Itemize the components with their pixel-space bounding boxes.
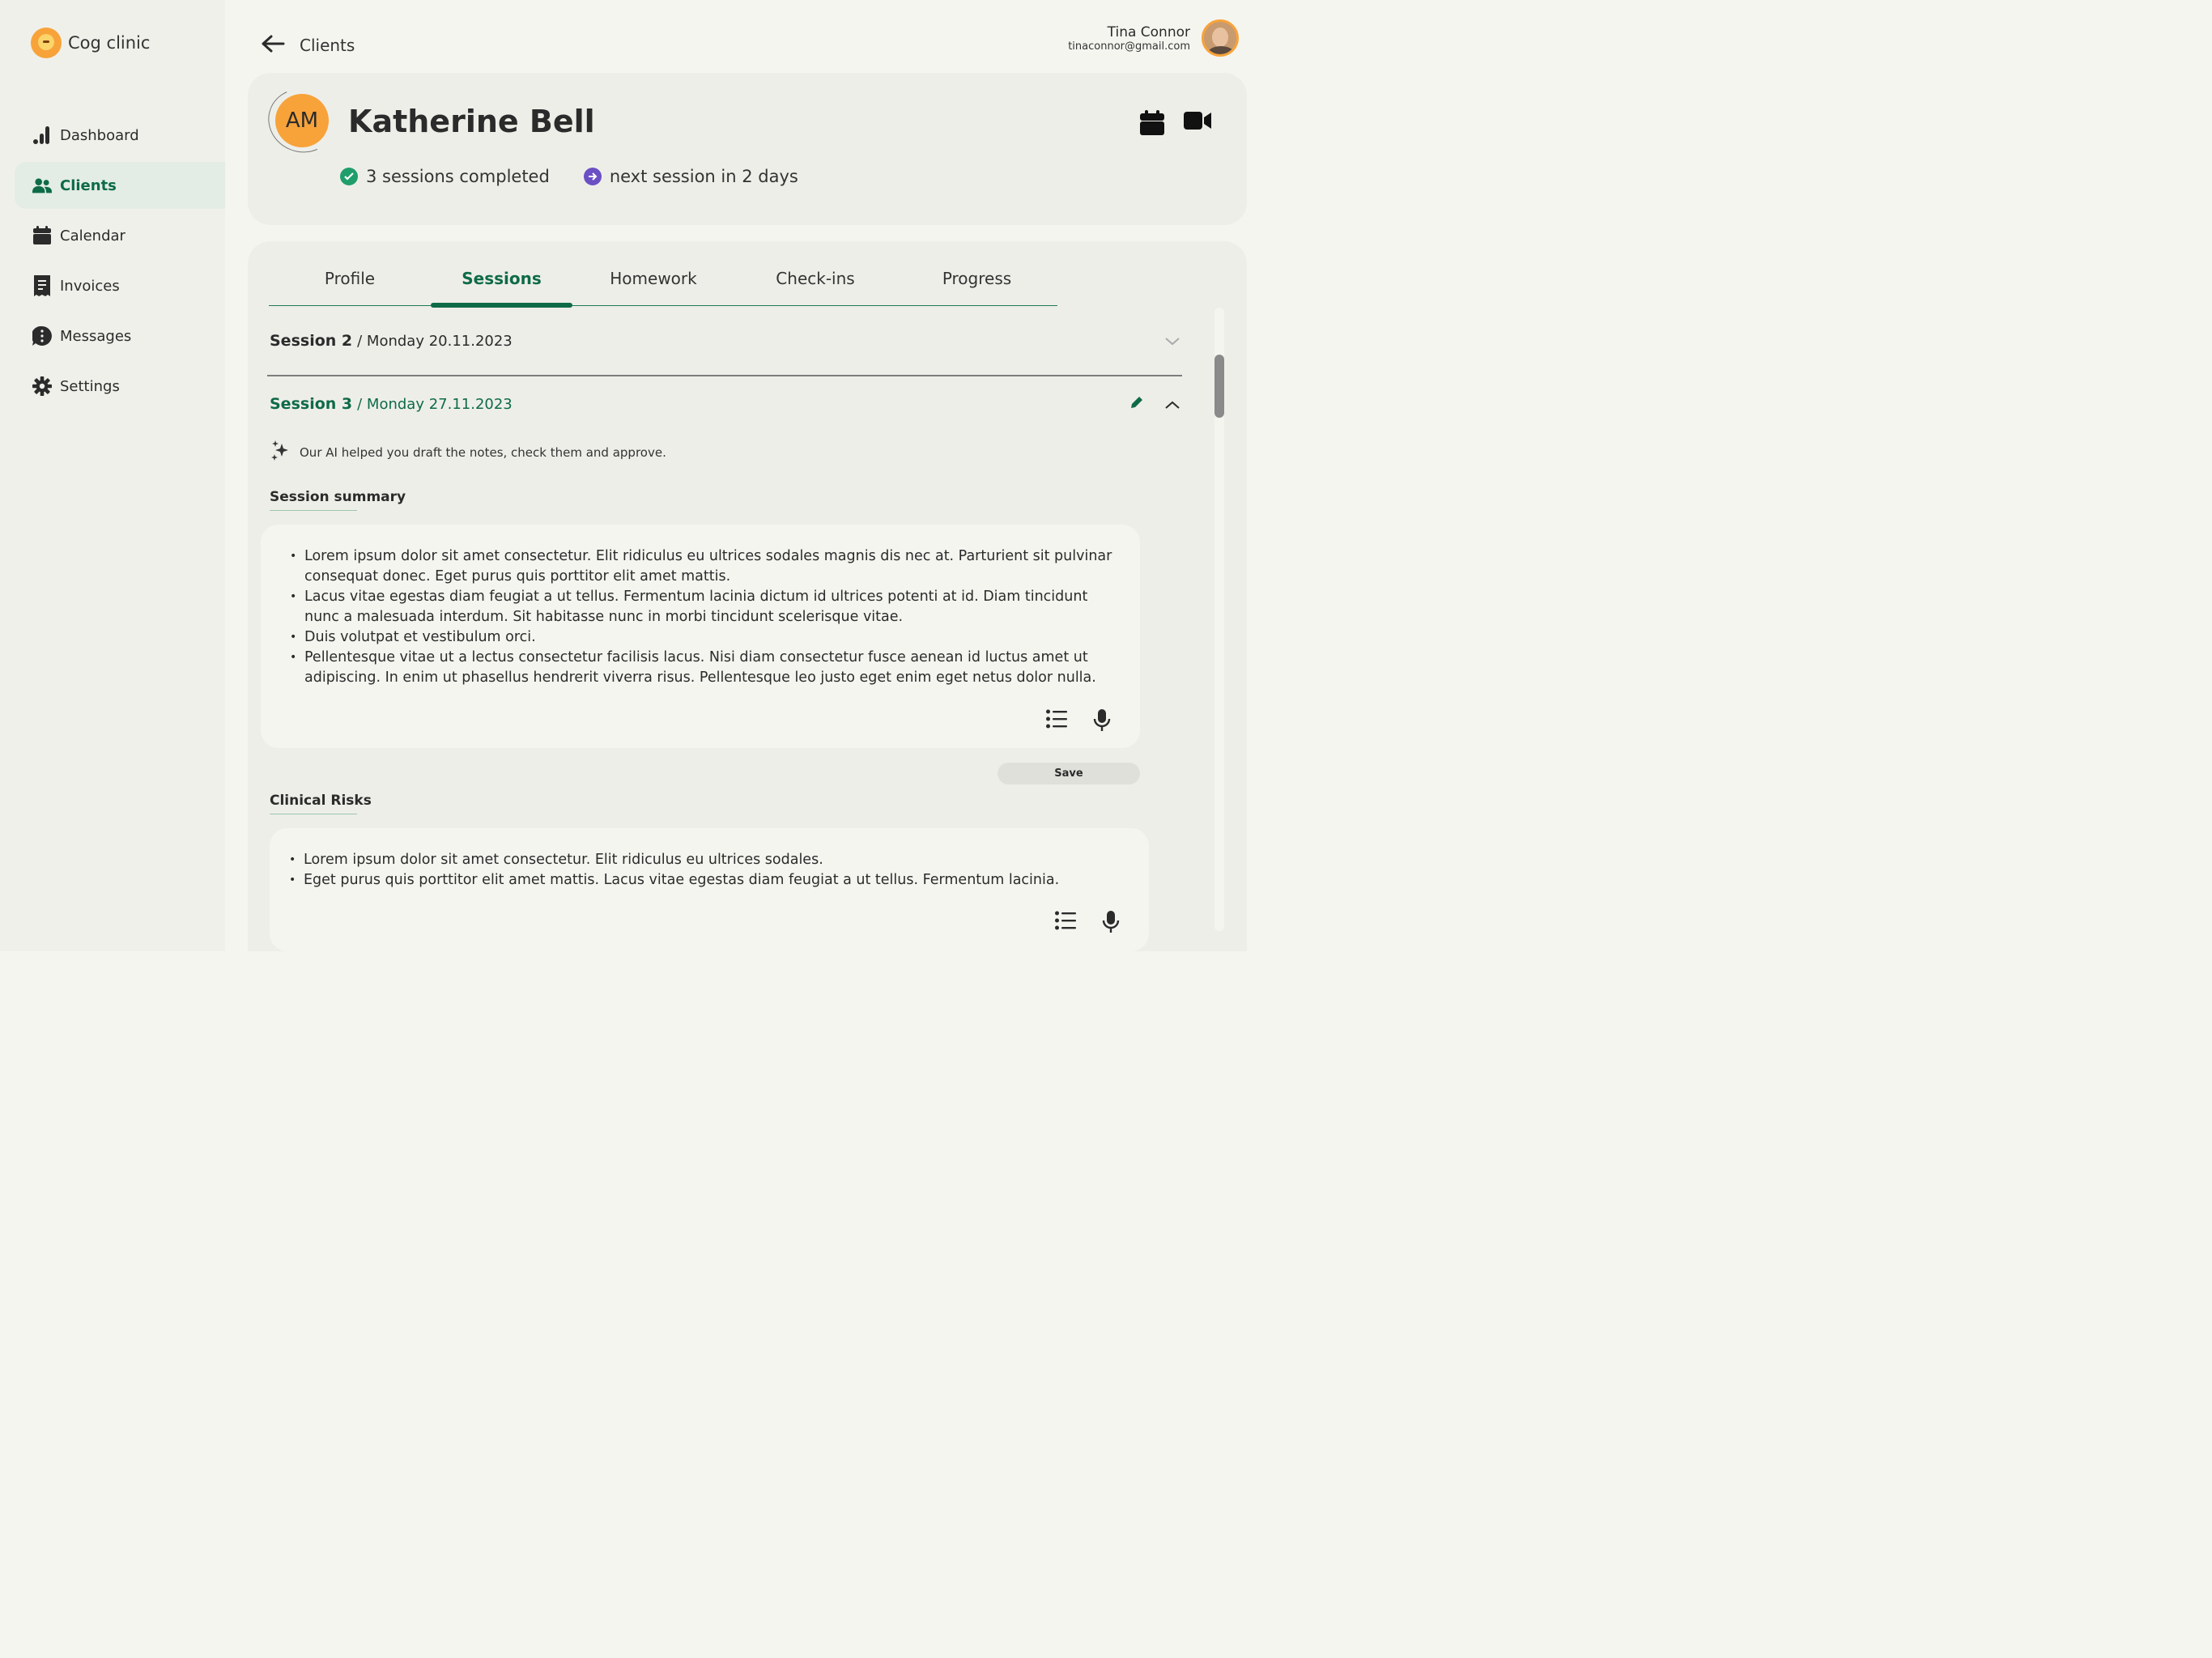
client-stats: 3 sessions completed next session in 2 d… <box>340 167 798 186</box>
arrow-left-icon[interactable] <box>261 34 285 57</box>
ai-note-text: Our AI helped you draft the notes, check… <box>300 445 666 460</box>
sidebar-item-invoices[interactable]: Invoices <box>15 262 225 309</box>
user-profile[interactable]: Tina Connor tinaconnor@gmail.com <box>1068 19 1239 57</box>
sidebar-item-messages[interactable]: Messages <box>15 312 225 359</box>
sessions-completed-stat: 3 sessions completed <box>340 167 550 186</box>
session-summary-heading: Session summary <box>270 489 406 511</box>
sparkles-icon <box>270 440 291 465</box>
calendar-icon[interactable] <box>1140 110 1164 139</box>
list-item: Lorem ipsum dolor sit amet consectetur. … <box>289 850 1131 870</box>
avatar[interactable] <box>1202 19 1239 57</box>
main-nav: Dashboard Clients Calendar Invoices Mess… <box>15 112 225 413</box>
gear-icon <box>32 376 52 396</box>
pencil-icon[interactable] <box>1129 395 1144 413</box>
sidebar-item-label: Clients <box>60 176 117 194</box>
sidebar-item-calendar[interactable]: Calendar <box>15 212 225 259</box>
session-summary-list: Lorem ipsum dolor sit amet consectetur. … <box>290 546 1124 688</box>
calendar-icon <box>32 226 52 245</box>
list-item: Eget purus quis porttitor elit amet matt… <box>289 870 1131 891</box>
clinical-risks-heading: Clinical Risks <box>270 793 372 814</box>
session-summary-editor[interactable]: Lorem ipsum dolor sit amet consectetur. … <box>261 525 1140 748</box>
sidebar-item-label: Dashboard <box>60 126 139 144</box>
client-tabs: Profile Sessions Homework Check-ins Prog… <box>269 264 1057 308</box>
save-button[interactable]: Save <box>998 763 1140 784</box>
user-name: Tina Connor <box>1107 23 1190 40</box>
check-circle-icon <box>340 168 358 185</box>
client-actions <box>1140 110 1211 139</box>
users-icon <box>32 176 52 195</box>
session-divider <box>267 375 1182 376</box>
tab-progress[interactable]: Progress <box>896 264 1057 305</box>
list-item: Duis volutpat et vestibulum orci. <box>290 627 1124 648</box>
tab-profile[interactable]: Profile <box>269 264 431 305</box>
sidebar-item-dashboard[interactable]: Dashboard <box>15 112 225 159</box>
scrollbar-thumb[interactable] <box>1214 355 1224 418</box>
sidebar-item-settings[interactable]: Settings <box>15 363 225 410</box>
page-title: Clients <box>300 36 355 55</box>
next-session-stat: next session in 2 days <box>583 167 798 186</box>
tab-homework[interactable]: Homework <box>572 264 734 305</box>
list-item: Pellentesque vitae ut a lectus consectet… <box>290 648 1124 688</box>
ai-note: Our AI helped you draft the notes, check… <box>270 440 666 465</box>
sidebar-item-label: Settings <box>60 377 120 395</box>
receipt-icon <box>32 275 52 296</box>
microphone-icon[interactable] <box>1093 709 1111 735</box>
clinical-risks-editor[interactable]: Lorem ipsum dolor sit amet consectetur. … <box>270 828 1149 951</box>
editor-tools <box>1055 911 1120 937</box>
cog-clinic-logo <box>31 28 62 58</box>
sidebar-item-clients[interactable]: Clients <box>15 162 225 209</box>
back-navigation[interactable]: Clients <box>261 34 355 57</box>
chevron-down-icon[interactable] <box>1165 334 1180 349</box>
session-header-3[interactable]: Session 3 / Monday 27.11.2023 <box>270 395 1183 413</box>
session-title: Session 3 <box>270 395 353 413</box>
list-item: Lacus vitae egestas diam feugiat a ut te… <box>290 587 1124 627</box>
brand-name: Cog clinic <box>68 33 151 53</box>
sidebar-item-label: Invoices <box>60 277 120 295</box>
video-camera-icon[interactable] <box>1184 110 1211 139</box>
microphone-icon[interactable] <box>1102 911 1120 937</box>
client-name: Katherine Bell <box>348 104 595 139</box>
sidebar: Cog clinic Dashboard Clients Calendar In… <box>0 0 225 951</box>
tab-check-ins[interactable]: Check-ins <box>734 264 896 305</box>
client-header-card: AM Katherine Bell 3 sessions completed n… <box>248 73 1247 225</box>
sidebar-item-label: Calendar <box>60 227 125 244</box>
chevron-up-icon[interactable] <box>1165 397 1180 412</box>
list-item: Lorem ipsum dolor sit amet consectetur. … <box>290 546 1124 587</box>
editor-tools <box>1046 709 1111 735</box>
session-date: / Monday 27.11.2023 <box>357 395 513 413</box>
bullet-list-icon[interactable] <box>1055 911 1076 937</box>
clinical-risks-list: Lorem ipsum dolor sit amet consectetur. … <box>289 850 1131 891</box>
session-header-2[interactable]: Session 2 / Monday 20.11.2023 <box>270 332 1183 350</box>
next-session-text: next session in 2 days <box>609 167 798 186</box>
sessions-completed-text: 3 sessions completed <box>366 167 550 186</box>
sidebar-item-label: Messages <box>60 327 132 345</box>
session-title: Session 2 <box>270 332 353 350</box>
bar-chart-icon <box>32 125 52 145</box>
chat-icon <box>32 326 52 346</box>
bullet-list-icon[interactable] <box>1046 709 1067 735</box>
brand[interactable]: Cog clinic <box>31 28 150 58</box>
arrow-right-circle-icon <box>583 168 602 185</box>
sessions-panel: Profile Sessions Homework Check-ins Prog… <box>248 241 1247 951</box>
user-email: tinaconnor@gmail.com <box>1068 40 1190 53</box>
tab-sessions[interactable]: Sessions <box>431 264 572 308</box>
client-avatar: AM <box>275 94 329 147</box>
session-date: / Monday 20.11.2023 <box>357 332 513 350</box>
